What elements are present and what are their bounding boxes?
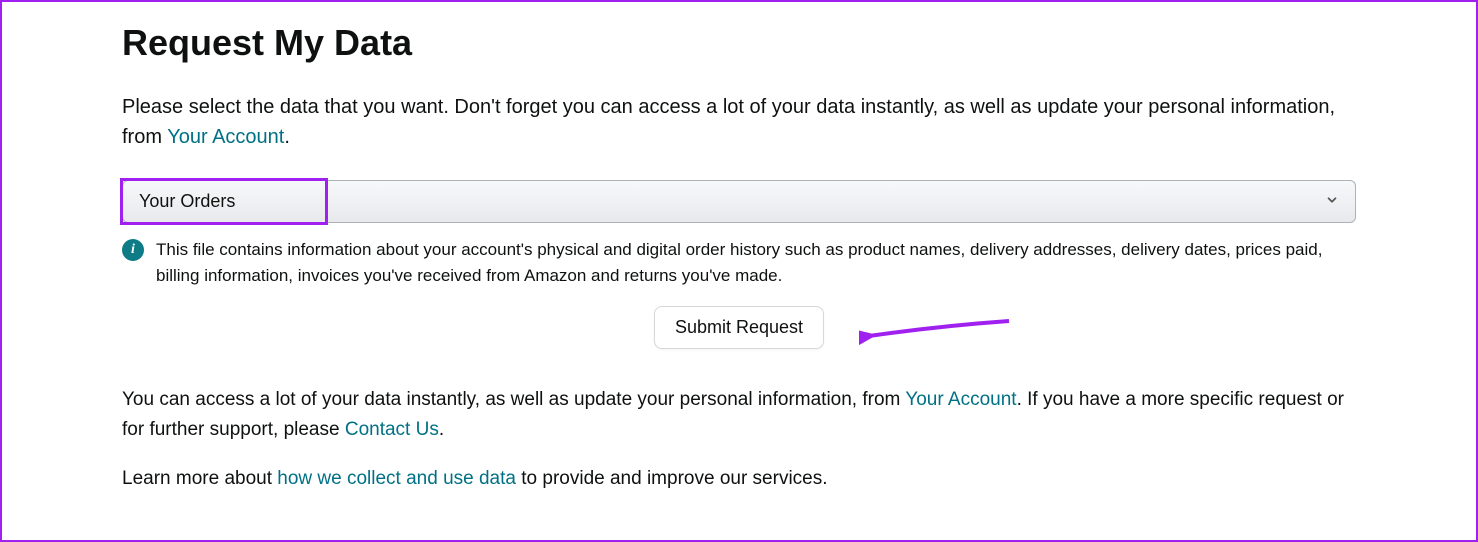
intro-text-2: .	[284, 126, 290, 148]
contact-us-link[interactable]: Contact Us	[345, 419, 439, 440]
intro-paragraph: Please select the data that you want. Do…	[122, 92, 1356, 152]
data-category-dropdown[interactable]: Your Orders	[122, 180, 1356, 223]
your-account-link[interactable]: Your Account	[167, 126, 284, 148]
footer1-text-3: .	[439, 419, 444, 440]
footer-paragraph-2: Learn more about how we collect and use …	[122, 464, 1356, 494]
how-we-collect-data-link[interactable]: how we collect and use data	[277, 468, 516, 489]
your-account-link-footer[interactable]: Your Account	[905, 389, 1016, 410]
info-text: This file contains information about you…	[156, 237, 1356, 288]
submit-row: Submit Request	[122, 306, 1356, 349]
dropdown-selected-label: Your Orders	[139, 191, 235, 212]
footer1-text-1: You can access a lot of your data instan…	[122, 389, 905, 410]
footer2-text-1: Learn more about	[122, 468, 277, 489]
footer-paragraph-1: You can access a lot of your data instan…	[122, 385, 1356, 446]
annotation-arrow	[859, 316, 1019, 356]
chevron-down-icon	[1325, 193, 1339, 210]
footer2-text-2: to provide and improve our services.	[516, 468, 828, 489]
submit-request-button[interactable]: Submit Request	[654, 306, 824, 349]
intro-text-1: Please select the data that you want. Do…	[122, 96, 1335, 148]
page-title: Request My Data	[122, 22, 1356, 64]
info-row: i This file contains information about y…	[122, 237, 1356, 288]
info-icon: i	[122, 239, 144, 261]
